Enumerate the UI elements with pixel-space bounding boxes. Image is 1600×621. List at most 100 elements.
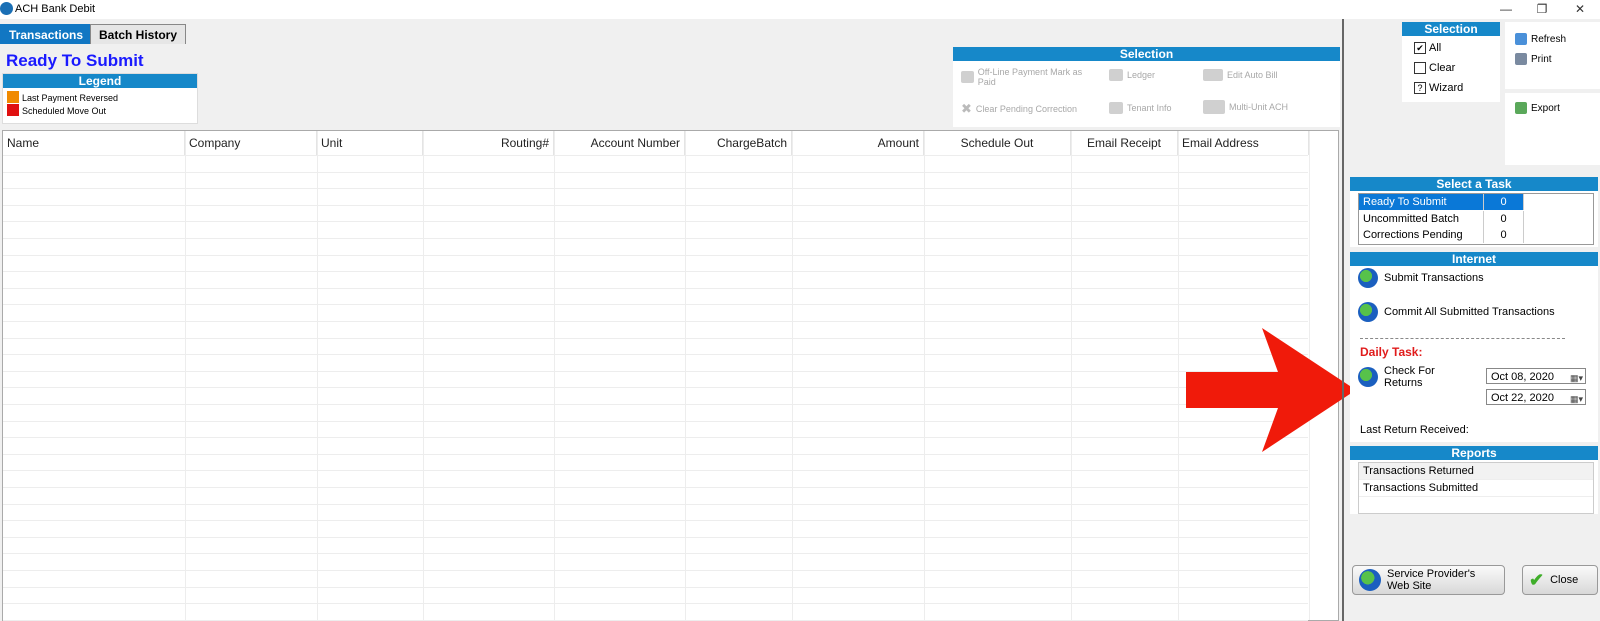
checkmark-icon: ✔ — [1529, 569, 1545, 590]
service-provider-website-button[interactable]: Service Provider's Web Site — [1352, 565, 1505, 595]
grid-row-line — [3, 603, 1308, 605]
task-label: Uncommitted Batch — [1363, 213, 1459, 225]
clear-pending-correction-button[interactable]: ✖ Clear Pending Correction — [961, 101, 1077, 117]
edit-auto-bill-label: Edit Auto Bill — [1227, 70, 1278, 80]
grid-row-line — [3, 503, 1308, 505]
task-label: Corrections Pending — [1363, 229, 1463, 241]
commit-transactions-button[interactable]: Commit All Submitted Transactions — [1358, 302, 1555, 322]
calendar-dropdown-icon[interactable]: ▦▾ — [1570, 391, 1583, 407]
check-for-returns-label: Check For Returns — [1384, 365, 1435, 389]
column-header-company[interactable]: Company — [185, 131, 317, 155]
check-for-returns-button[interactable]: Check For Returns — [1358, 365, 1478, 389]
grid-column-line — [924, 131, 925, 620]
grid-column-line — [1178, 131, 1179, 620]
column-header-name[interactable]: Name — [3, 131, 185, 155]
internet-panel: Internet Submit Transactions Commit All … — [1350, 252, 1598, 442]
service-provider-label: Service Provider's Web Site — [1387, 568, 1476, 592]
task-row-uncommitted-batch[interactable]: Uncommitted Batch 0 — [1359, 211, 1593, 227]
tenant-info-button[interactable]: Tenant Info — [1109, 102, 1172, 114]
auto-bill-icon — [1203, 69, 1223, 81]
edit-auto-bill-button[interactable]: Edit Auto Bill — [1203, 69, 1278, 81]
export-button[interactable]: Export — [1515, 102, 1560, 114]
legend-label-move-out: Scheduled Move Out — [22, 106, 107, 116]
ledger-icon — [1109, 69, 1123, 81]
grid-row-line — [3, 171, 1308, 173]
grid-column-line — [1071, 131, 1072, 620]
grid-column-line — [185, 131, 186, 620]
column-header-email-address[interactable]: Email Address — [1178, 131, 1309, 155]
tab-batch-history[interactable]: Batch History — [90, 24, 187, 45]
column-header-amount[interactable]: Amount — [792, 131, 924, 155]
wizard-button[interactable]: ? Wizard — [1414, 82, 1463, 94]
separator — [1360, 338, 1565, 339]
task-table: Ready To Submit 0 Uncommitted Batch 0 Co… — [1358, 193, 1594, 245]
date-from-picker[interactable]: Oct 08, 2020 ▦▾ — [1486, 368, 1586, 384]
page-title: Ready To Submit — [6, 51, 144, 70]
grid-row-line — [3, 238, 1308, 239]
reports-title: Reports — [1350, 446, 1598, 460]
checkbox-clear[interactable] — [1414, 62, 1426, 74]
transactions-grid[interactable]: Name Company Unit Routing# Account Numbe… — [2, 130, 1339, 621]
task-row-corrections-pending[interactable]: Corrections Pending 0 — [1359, 227, 1593, 243]
column-header-email-receipt[interactable]: Email Receipt — [1071, 131, 1178, 155]
pane-divider[interactable] — [1342, 19, 1344, 621]
close-window-button[interactable]: ✕ — [1562, 0, 1598, 19]
grid-row-line — [3, 404, 1308, 405]
grid-column-line — [317, 131, 318, 620]
column-header-unit[interactable]: Unit — [317, 131, 423, 155]
wizard-icon: ? — [1414, 82, 1426, 94]
clear-checkbox[interactable]: Clear — [1414, 62, 1455, 74]
submit-transactions-button[interactable]: Submit Transactions — [1358, 268, 1484, 288]
restore-button[interactable]: ❐ — [1524, 0, 1560, 19]
submit-transactions-label: Submit Transactions — [1384, 272, 1484, 284]
legend-swatch-move-out — [7, 104, 19, 116]
column-header-routing[interactable]: Routing# — [423, 131, 554, 155]
select-task-title: Select a Task — [1350, 177, 1598, 191]
legend-swatch-reversed — [7, 91, 19, 103]
select-all-label: All — [1429, 42, 1442, 54]
grid-row-line — [3, 221, 1308, 223]
column-header-chargebatch[interactable]: ChargeBatch — [685, 131, 792, 155]
tab-transactions[interactable]: Transactions — [0, 24, 93, 45]
task-row-ready-to-submit[interactable]: Ready To Submit 0 — [1359, 194, 1593, 210]
legend-title: Legend — [3, 74, 197, 88]
select-all-checkbox[interactable]: ✔ All — [1414, 42, 1441, 54]
report-transactions-returned[interactable]: Transactions Returned — [1359, 463, 1593, 480]
grid-row-line — [3, 287, 1308, 289]
grid-row-line — [3, 553, 1308, 555]
wizard-label: Wizard — [1429, 82, 1464, 94]
export-label: Export — [1531, 102, 1560, 114]
column-header-schedule-out[interactable]: Schedule Out — [924, 131, 1071, 155]
clear-label: Clear — [1429, 62, 1456, 74]
close-label: Close — [1550, 574, 1579, 586]
offline-payment-mark-paid-button[interactable]: Off-Line Payment Mark as Paid — [961, 67, 1091, 87]
report-transactions-submitted[interactable]: Transactions Submitted — [1359, 480, 1593, 497]
app-icon — [0, 2, 13, 15]
grid-row-line — [3, 420, 1308, 422]
grid-row-line — [3, 570, 1308, 571]
ledger-button[interactable]: Ledger — [1109, 69, 1155, 81]
grid-header: Name Company Unit Routing# Account Numbe… — [3, 131, 1338, 155]
print-button[interactable]: Print — [1515, 53, 1552, 65]
refresh-button[interactable]: Refresh — [1515, 33, 1566, 45]
internet-title: Internet — [1350, 252, 1598, 266]
column-header-account-number[interactable]: Account Number — [554, 131, 685, 155]
calendar-dropdown-icon[interactable]: ▦▾ — [1570, 370, 1583, 386]
grid-column-line — [685, 131, 686, 620]
grid-row-line — [3, 470, 1308, 472]
right-selection-title: Selection — [1402, 22, 1500, 36]
globe-icon — [1358, 268, 1378, 288]
offline-payment-label: Off-Line Payment Mark as Paid — [977, 67, 1083, 87]
checkbox-all[interactable]: ✔ — [1414, 42, 1426, 54]
grid-row-line — [3, 304, 1308, 306]
minimize-button[interactable]: — — [1488, 0, 1524, 19]
grid-row-line — [3, 453, 1308, 455]
multi-unit-icon — [1203, 100, 1225, 114]
date-to-picker[interactable]: Oct 22, 2020 ▦▾ — [1486, 389, 1586, 405]
tenant-info-icon — [1109, 102, 1123, 114]
close-button[interactable]: ✔ Close — [1522, 565, 1598, 595]
grid-row-line — [3, 487, 1308, 488]
grid-row-line — [3, 387, 1308, 389]
multi-unit-ach-button[interactable]: Multi-Unit ACH — [1203, 100, 1288, 114]
selection-actions-title: Selection — [953, 47, 1340, 61]
